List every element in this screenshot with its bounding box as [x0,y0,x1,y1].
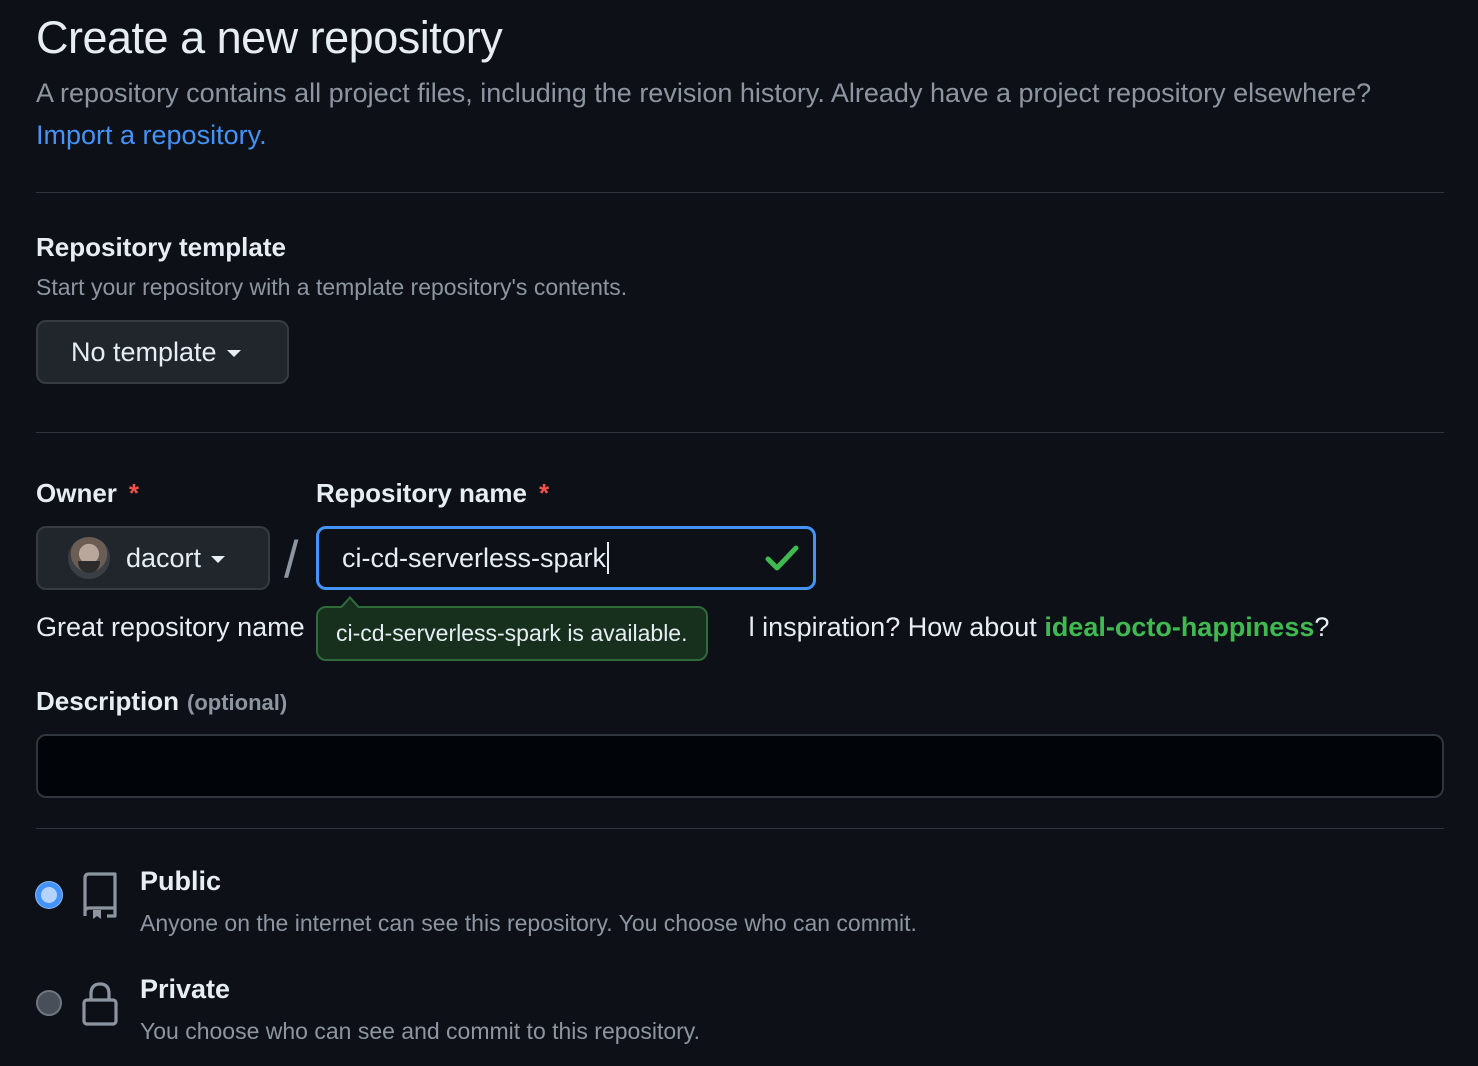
text-cursor [607,542,610,574]
helper-end: ? [1314,612,1330,642]
repo-name-label: Repository name * [316,478,549,509]
private-title: Private [140,974,231,1004]
private-radio[interactable] [36,990,62,1016]
public-radio[interactable] [36,882,62,908]
divider [36,192,1444,193]
template-note: Start your repository with a template re… [36,274,628,300]
template-dropdown-button[interactable]: No template [36,320,289,384]
import-repository-link[interactable]: Import a repository. [36,120,267,150]
owner-label: Owner * [36,478,139,509]
repo-name-label-text: Repository name [316,478,527,508]
public-title: Public [140,866,222,896]
repository-name-value: ci-cd-serverless-spark [342,542,607,573]
divider [36,432,1444,433]
visibility-option-private[interactable]: Private You choose who can see and commi… [36,974,1444,1060]
avatar [68,537,110,579]
required-marker: * [538,478,550,508]
template-label: Repository template [36,232,286,262]
owner-label-text: Owner [36,478,117,508]
owner-repo-separator: / [284,531,299,589]
visibility-option-public[interactable]: Public Anyone on the internet can see th… [36,866,1444,952]
chevron-down-icon [226,350,241,357]
repository-name-input[interactable]: ci-cd-serverless-spark [316,526,816,590]
lock-icon [82,982,118,1026]
chevron-down-icon [211,556,226,563]
public-description: Anyone on the internet can see this repo… [140,910,917,936]
divider [36,828,1444,829]
helper-suffix: l inspiration? How about [748,612,1037,642]
availability-tooltip: ci-cd-serverless-spark is available. [316,596,708,661]
description-label-text: Description [36,686,180,716]
check-icon [765,545,799,571]
owner-value: dacort [126,542,202,573]
description-input[interactable] [36,734,1444,798]
description-label: Description (optional) [36,686,287,717]
owner-dropdown-button[interactable]: dacort [36,526,270,590]
optional-hint: (optional) [187,690,288,715]
repo-icon [83,872,117,919]
template-selected: No template [71,336,217,367]
suggested-name-link[interactable]: ideal-octo-happiness [1044,612,1314,642]
required-marker: * [128,478,140,508]
subtitle-text: A repository contains all project files,… [36,78,1372,108]
page-subtitle: A repository contains all project files,… [36,72,1376,156]
private-description: You choose who can see and commit to thi… [140,1018,700,1044]
page-title: Create a new repository [36,12,503,63]
helper-prefix: Great repository name [36,612,305,642]
